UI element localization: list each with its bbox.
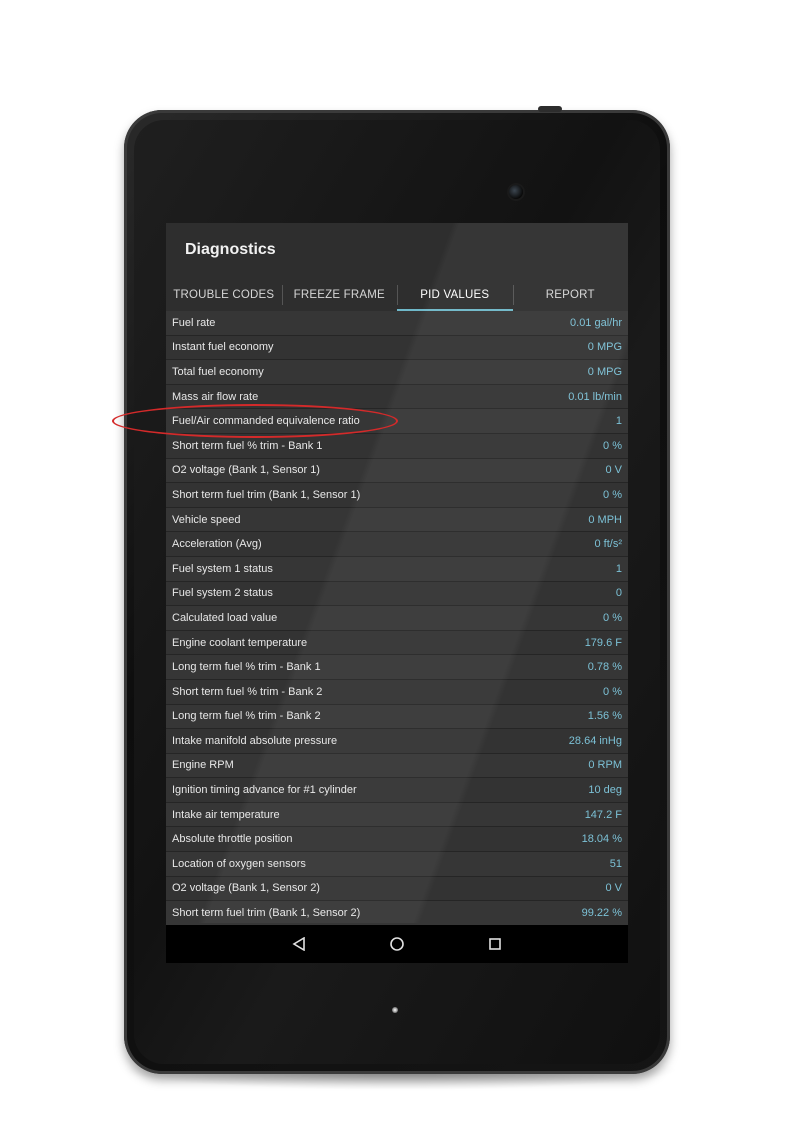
list-item[interactable]: O2 voltage (Bank 1, Sensor 1) 0 V bbox=[166, 458, 628, 484]
list-item[interactable]: Long term fuel % trim - Bank 2 1.56 % bbox=[166, 704, 628, 730]
list-item[interactable]: Instant fuel economy 0 MPG bbox=[166, 335, 628, 361]
home-icon bbox=[390, 937, 404, 951]
pid-value: 18.04 % bbox=[581, 833, 622, 846]
pid-label: Long term fuel % trim - Bank 2 bbox=[172, 710, 321, 723]
list-item[interactable]: Ignition timing advance for #1 cylinder 1… bbox=[166, 778, 628, 803]
list-item[interactable]: Absolute throttle position 18.04 % bbox=[166, 827, 628, 853]
pid-value: 1 bbox=[615, 415, 622, 428]
notification-led bbox=[392, 1007, 398, 1013]
list-item[interactable]: O2 voltage (Bank 1, Sensor 2) 0 V bbox=[166, 876, 628, 902]
pid-value: 179.6 F bbox=[584, 636, 622, 649]
pid-value: 0 RPM bbox=[588, 759, 622, 772]
pid-label: Intake manifold absolute pressure bbox=[172, 734, 338, 747]
list-item[interactable]: Short term fuel % trim - Bank 1 0 % bbox=[166, 433, 628, 459]
pid-label: Short term fuel % trim - Bank 2 bbox=[172, 685, 323, 698]
tab-label: REPORT bbox=[545, 289, 595, 301]
pid-label: Mass air flow rate bbox=[172, 390, 259, 403]
back-icon bbox=[292, 937, 305, 951]
pid-value: 0 MPG bbox=[587, 365, 622, 378]
pid-label: Vehicle speed bbox=[172, 513, 241, 526]
list-item[interactable]: Vehicle speed 0 MPH bbox=[166, 507, 628, 533]
pid-value: 1 bbox=[615, 562, 622, 575]
pid-label: O2 voltage (Bank 1, Sensor 1) bbox=[172, 464, 320, 477]
device-screen: Diagnostics TROUBLE CODES FREEZE FRAME P… bbox=[166, 223, 628, 963]
pid-values-list[interactable]: Fuel rate 0.01 gal/hr Instant fuel economy… bbox=[166, 311, 628, 926]
recents-icon bbox=[489, 938, 501, 950]
pid-label: Short term fuel % trim - Bank 1 bbox=[172, 439, 323, 452]
list-item[interactable]: Intake manifold absolute pressure 28.64 i… bbox=[166, 729, 628, 754]
tab-report[interactable]: REPORT bbox=[512, 279, 629, 311]
pid-label: Fuel/Air commanded equivalence ratio bbox=[172, 415, 360, 428]
pid-value: 1.56 % bbox=[587, 710, 622, 723]
list-item[interactable]: Calculated load value 0 % bbox=[166, 606, 628, 631]
pid-value: 0 % bbox=[603, 685, 622, 698]
pid-label: Engine coolant temperature bbox=[172, 636, 308, 649]
back-button[interactable] bbox=[284, 929, 314, 959]
pid-label: Intake air temperature bbox=[172, 808, 280, 821]
page-title: Diagnostics bbox=[185, 241, 276, 258]
list-item[interactable]: Long term fuel % trim - Bank 1 0.78 % bbox=[166, 655, 628, 680]
pid-value: 0.78 % bbox=[587, 661, 622, 674]
app-bar: Diagnostics TROUBLE CODES FREEZE FRAME P… bbox=[166, 223, 628, 311]
list-item[interactable]: Short term fuel % trim - Bank 2 0 % bbox=[166, 679, 628, 705]
list-item[interactable]: Fuel system 1 status 1 bbox=[166, 556, 628, 582]
pid-label: Absolute throttle position bbox=[172, 833, 293, 846]
pid-label: Location of oxygen sensors bbox=[172, 857, 306, 870]
system-navigation-bar bbox=[166, 925, 628, 963]
list-item[interactable]: Fuel rate 0.01 gal/hr bbox=[166, 311, 628, 336]
list-item[interactable]: Location of oxygen sensors 51 bbox=[166, 852, 628, 877]
pid-label: Short term fuel trim (Bank 1, Sensor 1) bbox=[172, 488, 361, 501]
pid-value: 0.01 gal/hr bbox=[570, 316, 622, 329]
pid-value: 51 bbox=[609, 857, 622, 870]
pid-label: Total fuel economy bbox=[172, 365, 264, 378]
pid-label: Fuel system 1 status bbox=[172, 562, 273, 575]
list-item[interactable]: Fuel system 2 status 0 bbox=[166, 581, 628, 607]
pid-value: 0 V bbox=[605, 464, 622, 477]
tab-bar: TROUBLE CODES FREEZE FRAME PID VALUES RE… bbox=[166, 279, 628, 311]
pid-value: 0 V bbox=[605, 882, 622, 895]
pid-label: Calculated load value bbox=[172, 611, 278, 624]
pid-label: Fuel system 2 status bbox=[172, 587, 273, 600]
tab-label: TROUBLE CODES bbox=[173, 289, 275, 301]
front-camera-icon bbox=[509, 185, 523, 199]
power-button bbox=[538, 106, 562, 112]
pid-label: O2 voltage (Bank 1, Sensor 2) bbox=[172, 882, 320, 895]
pid-value: 10 deg bbox=[588, 784, 622, 797]
recents-button[interactable] bbox=[480, 929, 510, 959]
list-item[interactable]: Mass air flow rate 0.01 lb/min bbox=[166, 384, 628, 410]
pid-label: Ignition timing advance for #1 cylinder bbox=[172, 784, 357, 797]
tab-freeze-frame[interactable]: FREEZE FRAME bbox=[281, 279, 398, 311]
list-item[interactable]: Short term fuel trim (Bank 1, Sensor 1) 0… bbox=[166, 483, 628, 508]
list-item[interactable]: Acceleration (Avg) 0 ft/s² bbox=[166, 532, 628, 557]
pid-value: 99.22 % bbox=[581, 907, 622, 920]
pid-label: Instant fuel economy bbox=[172, 341, 274, 354]
list-item[interactable]: Engine coolant temperature 179.6 F bbox=[166, 630, 628, 656]
pid-label: Short term fuel trim (Bank 1, Sensor 2) bbox=[172, 907, 361, 920]
pid-value: 0 % bbox=[603, 488, 622, 501]
pid-label: Acceleration (Avg) bbox=[172, 538, 262, 551]
list-item[interactable]: Engine RPM 0 RPM bbox=[166, 753, 628, 779]
home-button[interactable] bbox=[382, 929, 412, 959]
pid-value: 0 % bbox=[603, 439, 622, 452]
pid-label: Fuel rate bbox=[172, 316, 216, 329]
tab-label: FREEZE FRAME bbox=[293, 289, 385, 301]
list-item[interactable]: Fuel/Air commanded equivalence ratio 1 bbox=[166, 409, 628, 434]
pid-value: 147.2 F bbox=[584, 808, 622, 821]
tab-trouble-codes[interactable]: TROUBLE CODES bbox=[166, 279, 282, 311]
pid-label: Engine RPM bbox=[172, 759, 234, 772]
pid-value: 0.01 lb/min bbox=[568, 390, 622, 403]
tab-label: PID VALUES bbox=[420, 289, 490, 301]
list-item[interactable]: Total fuel economy 0 MPG bbox=[166, 360, 628, 385]
pid-value: 0 % bbox=[603, 611, 622, 624]
pid-value: 0 ft/s² bbox=[594, 538, 622, 551]
pid-label: Long term fuel % trim - Bank 1 bbox=[172, 661, 321, 674]
list-item[interactable]: Intake air temperature 147.2 F bbox=[166, 802, 628, 828]
tab-pid-values[interactable]: PID VALUES bbox=[397, 279, 513, 311]
pid-value: 0 bbox=[615, 587, 622, 600]
pid-value: 0 MPH bbox=[588, 513, 622, 526]
pid-value: 28.64 inHg bbox=[568, 734, 622, 747]
pid-value: 0 MPG bbox=[587, 341, 622, 354]
list-item[interactable]: Short term fuel trim (Bank 1, Sensor 2) 9… bbox=[166, 901, 628, 926]
